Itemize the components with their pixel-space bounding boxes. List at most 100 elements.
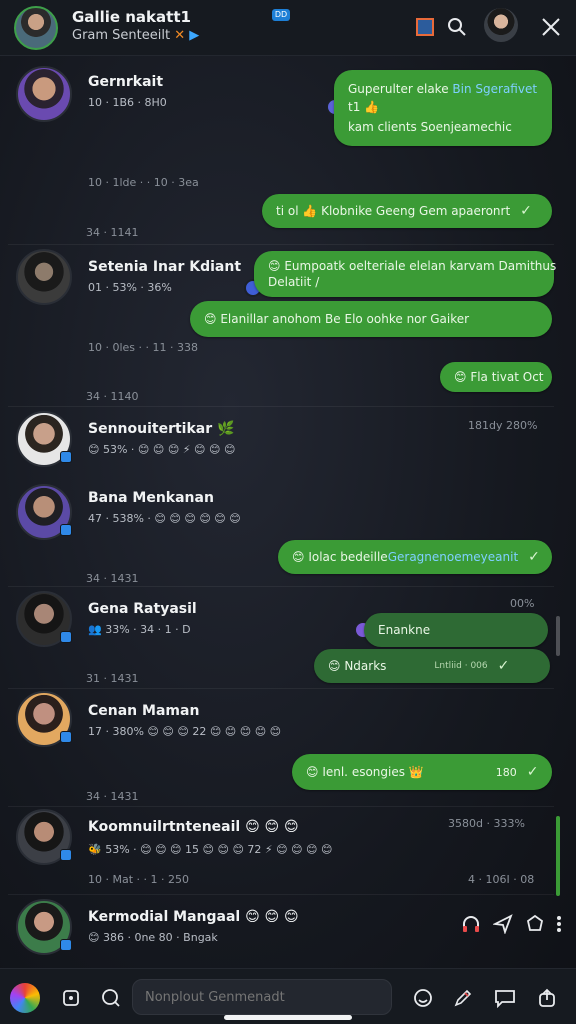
avatar[interactable] bbox=[16, 249, 72, 305]
list-item[interactable]: Kermodial Mangaal 😊 😊 😊 😊 386 · 0ne 80 ·… bbox=[8, 894, 561, 966]
list-item[interactable]: Sennouitertikar 🌿 😊 53% · 😊 😊 😊 ⚡ 😊 😊 😊 … bbox=[8, 406, 554, 474]
user-avatar[interactable] bbox=[484, 8, 518, 42]
avatar[interactable] bbox=[16, 691, 72, 747]
thread-meta: 10 · 1B6 · 8H0 bbox=[88, 96, 167, 109]
chat-title[interactable]: Gallie nakatt1 bbox=[72, 8, 191, 26]
subtitle-text: Gram Senteeilt bbox=[72, 28, 171, 43]
thread-meta: 😊 386 · 0ne 80 · Bngak bbox=[88, 931, 218, 944]
message-bubble[interactable]: Enankne bbox=[364, 613, 548, 647]
timestamp: 34 · 1431 bbox=[86, 790, 139, 803]
message-bubble[interactable]: 😊 Eumpoatk oelteriale elelan karvam Dami… bbox=[254, 251, 557, 297]
message-text: Enankne bbox=[378, 623, 431, 637]
message-text: 😊 Ienl. esongies 👑 bbox=[306, 765, 424, 779]
avatar[interactable] bbox=[16, 411, 72, 467]
send-icon[interactable] bbox=[490, 911, 516, 937]
search-icon[interactable] bbox=[444, 14, 470, 40]
chat-avatar[interactable] bbox=[14, 6, 58, 50]
chat-list[interactable]: Gernrkait 10 · 1B6 · 8H0 Guperulter elak… bbox=[0, 56, 576, 968]
message-text: 😊 Elanillar anohom Be Elo oohke nor Gaik… bbox=[204, 312, 470, 326]
check-icon: ✓ bbox=[520, 203, 532, 219]
message-bubble[interactable]: 😊 Elanillar anohom Be Elo oohke nor Gaik… bbox=[190, 301, 552, 337]
avatar[interactable] bbox=[16, 66, 72, 122]
message-link[interactable]: Bin Sgerafivet bbox=[452, 82, 537, 96]
message-text: 😊 Fla tivat Oct bbox=[454, 370, 544, 384]
avatar[interactable] bbox=[16, 484, 72, 540]
headphones-icon[interactable] bbox=[458, 911, 484, 937]
list-item[interactable]: Gernrkait 10 · 1B6 · 8H0 Guperulter elak… bbox=[8, 60, 554, 189]
thread-meta: 🐝 53% · 😊 😊 😊 15 😊 😊 😊 72 ⚡ 😊 😊 😊 😊 bbox=[88, 843, 333, 856]
pen-icon[interactable] bbox=[450, 985, 476, 1011]
app-logo[interactable] bbox=[10, 983, 40, 1013]
close-icon[interactable] bbox=[538, 14, 564, 40]
thread-meta: 17 · 380% 😊 😊 😊 22 😊 😊 😊 😊 😊 bbox=[88, 725, 282, 738]
top-header: Gallie nakatt1 DD Gram Senteeilt ✕ ▶ bbox=[0, 0, 576, 56]
emoji-icon[interactable] bbox=[410, 985, 436, 1011]
thread-meta: 47 · 538% · 😊 😊 😊 😊 😊 😊 bbox=[88, 512, 241, 525]
verified-icon bbox=[60, 524, 72, 536]
avatar[interactable] bbox=[16, 809, 72, 865]
scrollbar[interactable] bbox=[556, 816, 560, 896]
thread-meta: 👥 33% · 34 · 1 · D bbox=[88, 623, 191, 636]
square-app-icon[interactable] bbox=[412, 14, 438, 40]
message-text: 😊 Iolac bedeille bbox=[292, 550, 388, 564]
thread-name: Bana Menkanan bbox=[88, 490, 214, 506]
timestamp: 10 · 1lde · · 10 · 3ea bbox=[88, 176, 199, 189]
message-bubble[interactable]: 😊 Ndarks Lntliid · 006 ✓ bbox=[314, 649, 550, 683]
message-line: Delatiit / bbox=[268, 275, 320, 289]
list-item[interactable]: Cenan Maman 17 · 380% 😊 😊 😊 22 😊 😊 😊 😊 😊 bbox=[8, 688, 554, 756]
message-text: ti ol 👍 Klobnike Geeng Gem apaeronrt bbox=[276, 204, 511, 218]
list-item[interactable]: Koomnuilrtnteneail 😊 😊 😊 🐝 53% · 😊 😊 😊 1… bbox=[8, 806, 554, 890]
timestamp: 34 · 1431 bbox=[86, 572, 139, 585]
thread-name: Sennouitertikar 🌿 bbox=[88, 421, 235, 437]
scrollbar[interactable] bbox=[556, 616, 560, 656]
thread-name: Cenan Maman bbox=[88, 703, 200, 719]
message-bubble[interactable]: Guperulter elake Bin Sgerafivet t1 👍 kam… bbox=[334, 70, 552, 146]
timestamp: 00% bbox=[510, 597, 535, 610]
avatar[interactable] bbox=[16, 899, 72, 955]
timestamp: 181dy 280% bbox=[468, 419, 538, 432]
avatar[interactable] bbox=[16, 591, 72, 647]
message-line: Guperulter elake Bin Sgerafivet bbox=[348, 82, 537, 96]
verified-icon bbox=[60, 451, 72, 463]
badge: DD bbox=[272, 9, 290, 21]
timestamp: 31 · 1431 bbox=[86, 672, 139, 685]
check-icon: ✓ bbox=[497, 658, 510, 674]
thread-name: Kermodial Mangaal 😊 😊 😊 bbox=[88, 909, 299, 925]
message-bubble[interactable]: ti ol 👍 Klobnike Geeng Gem apaeronrt ✓ bbox=[262, 194, 552, 228]
x-icon: ✕ bbox=[174, 28, 186, 43]
thread-meta: 😊 53% · 😊 😊 😊 ⚡ 😊 😊 😊 bbox=[88, 443, 236, 456]
message-line: t1 👍 bbox=[348, 100, 380, 114]
home-indicator[interactable] bbox=[224, 1015, 352, 1020]
verified-icon bbox=[60, 731, 72, 743]
list-item[interactable]: Gena Ratyasil 👥 33% · 34 · 1 · D 00% Ena… bbox=[8, 586, 554, 683]
thread-name: Setenia Inar Kdiant bbox=[88, 259, 242, 275]
message-bubble[interactable]: 😊 Iolac bedeille Geragnenoemeyeanit ✓ bbox=[278, 540, 552, 574]
timestamp: 10 · 0les · · 11 · 338 bbox=[88, 341, 199, 354]
message-bubble[interactable]: 😊 Fla tivat Oct bbox=[440, 362, 552, 392]
message-time: 180 bbox=[495, 765, 517, 779]
chat-icon[interactable] bbox=[492, 985, 518, 1011]
search-icon[interactable] bbox=[98, 985, 124, 1011]
square-icon[interactable] bbox=[58, 985, 84, 1011]
thread-name: Gernrkait bbox=[88, 74, 164, 90]
timestamp: 34 · 1140 bbox=[86, 390, 139, 403]
thread-name: Koomnuilrtnteneail 😊 😊 😊 bbox=[88, 819, 299, 835]
check-icon: ✓ bbox=[526, 764, 539, 780]
share-icon[interactable] bbox=[522, 911, 548, 937]
timestamp: 10 · Mat · · 1 · 250 bbox=[88, 873, 189, 886]
message-text: 😊 Ndarks bbox=[328, 659, 387, 673]
timestamp: 4 · 106I · 08 bbox=[468, 873, 535, 886]
chat-subtitle: Gram Senteeilt ✕ ▶ bbox=[72, 28, 199, 43]
verified-icon bbox=[60, 939, 72, 951]
verified-icon bbox=[60, 631, 72, 643]
upload-icon[interactable] bbox=[534, 985, 560, 1011]
more-icon[interactable] bbox=[546, 911, 572, 937]
list-item[interactable]: Bana Menkanan 47 · 538% · 😊 😊 😊 😊 😊 😊 bbox=[8, 480, 554, 544]
message-input[interactable] bbox=[132, 979, 392, 1015]
message-line: kam clients Soenjeamechic bbox=[348, 120, 512, 134]
play-icon: ▶ bbox=[189, 28, 200, 43]
message-link[interactable]: Geragnenoemeyeanit bbox=[388, 550, 518, 564]
message-subtext: Lntliid · 006 bbox=[434, 661, 488, 671]
message-line: 😊 Eumpoatk oelteriale elelan karvam Dami… bbox=[268, 259, 557, 273]
message-bubble[interactable]: 😊 Ienl. esongies 👑 180 ✓ bbox=[292, 754, 552, 790]
